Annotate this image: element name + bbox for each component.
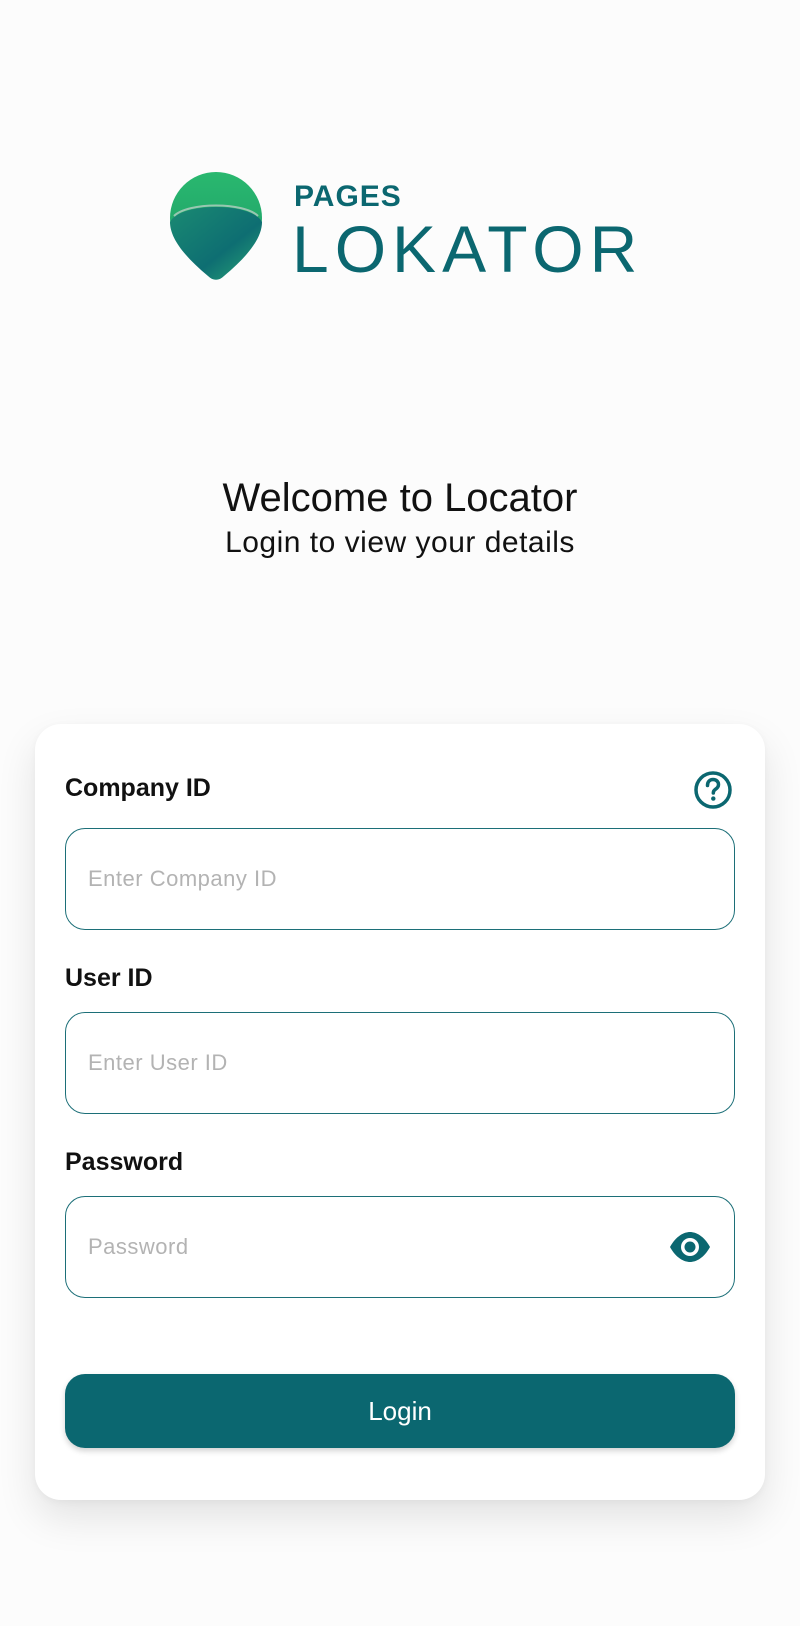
company-id-label: Company ID	[65, 774, 211, 802]
user-id-field[interactable]	[65, 1012, 735, 1114]
question-circle-icon[interactable]	[693, 770, 733, 810]
password-field[interactable]	[65, 1196, 735, 1298]
map-pin-logo-icon	[170, 172, 262, 280]
eye-icon[interactable]	[668, 1231, 712, 1263]
login-button[interactable]: Login	[65, 1374, 735, 1448]
brand-small-text: PAGES	[294, 180, 402, 213]
password-label: Password	[65, 1148, 184, 1176]
company-id-input[interactable]	[66, 829, 734, 929]
login-card: Company ID User ID Password Login	[35, 724, 765, 1500]
login-screen: PAGES LOKATOR Welcome to Locator Login t…	[0, 0, 800, 1626]
user-id-input[interactable]	[66, 1013, 734, 1113]
password-input[interactable]	[66, 1197, 734, 1297]
brand-logo: PAGES LOKATOR	[168, 172, 638, 282]
brand-large-text: LOKATOR	[292, 212, 644, 286]
welcome-title: Welcome to Locator	[222, 476, 578, 520]
user-id-label: User ID	[65, 964, 153, 992]
welcome-subtitle: Login to view your details	[225, 526, 575, 559]
welcome-section: Welcome to Locator Login to view your de…	[0, 474, 800, 560]
company-id-field[interactable]	[65, 828, 735, 930]
